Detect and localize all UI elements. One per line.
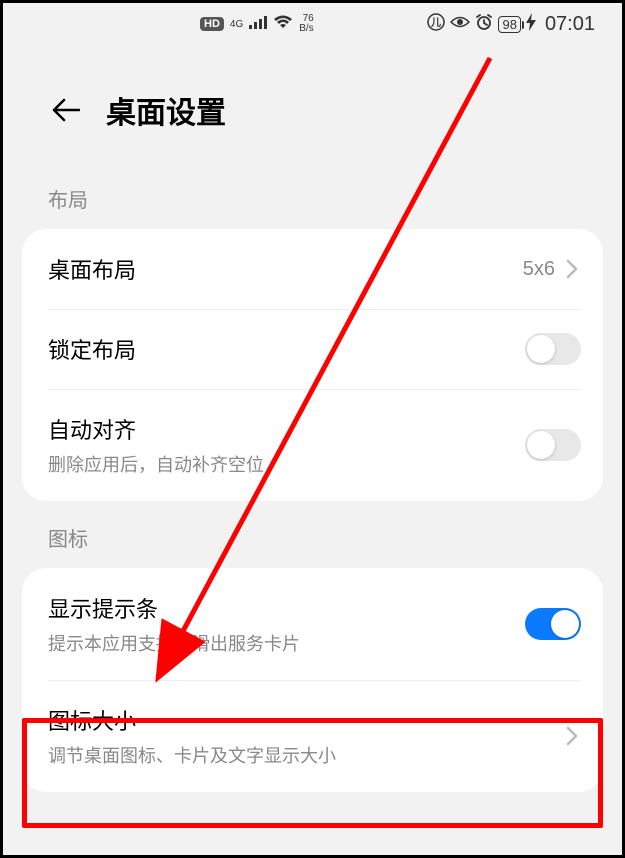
row-show-hint-bar[interactable]: 显示提示条 提示本应用支持上滑出服务卡片 [22,568,603,680]
hd-icon: HD [200,17,224,31]
back-button[interactable] [50,94,82,126]
page-title: 桌面设置 [106,88,226,132]
section-label-icons: 图标 [0,501,625,568]
section-label-layout: 布局 [0,162,625,229]
row-title: 显示提示条 [48,592,300,624]
toggle-auto-align[interactable] [525,429,581,461]
eye-icon [450,15,470,34]
row-subtitle: 删除应用后，自动补齐空位 [48,451,264,477]
chevron-right-icon [563,255,581,283]
row-subtitle: 调节桌面图标、卡片及文字显示大小 [48,742,336,768]
toggle-show-hint-bar[interactable] [525,608,581,640]
card-layout: 桌面布局 5x6 锁定布局 自动对齐 删除应用后，自动补齐空位 [22,229,603,501]
row-auto-align[interactable]: 自动对齐 删除应用后，自动补齐空位 [22,389,603,501]
alarm-icon [475,13,493,36]
row-lock-layout[interactable]: 锁定布局 [22,309,603,389]
wifi-icon [273,15,293,34]
chevron-right-icon [563,722,581,750]
row-value: 5x6 [523,258,555,281]
row-title: 桌面布局 [48,253,136,285]
row-title: 自动对齐 [48,413,264,445]
clock: 07:01 [545,13,595,36]
network-type: 4G [230,19,243,30]
row-icon-size[interactable]: 图标大小 调节桌面图标、卡片及文字显示大小 [22,680,603,792]
network-speed: 76 B/s [299,14,313,34]
row-subtitle: 提示本应用支持上滑出服务卡片 [48,630,300,656]
battery-icon: 98 [498,16,520,33]
status-right-group: 儿 98 07:01 [427,13,595,36]
header: 桌面设置 [0,48,625,162]
status-left-group: HD 4G 76 B/s [200,14,314,34]
row-title: 图标大小 [48,704,336,736]
charging-icon [526,13,536,36]
svg-text:儿: 儿 [430,17,441,29]
nfc-icon: 儿 [427,13,445,36]
status-bar: HD 4G 76 B/s 儿 98 07:01 [0,0,625,48]
signal-icon [249,15,267,34]
card-icons: 显示提示条 提示本应用支持上滑出服务卡片 图标大小 调节桌面图标、卡片及文字显示… [22,568,603,792]
row-title: 锁定布局 [48,333,136,365]
toggle-lock-layout[interactable] [525,333,581,365]
row-desktop-layout[interactable]: 桌面布局 5x6 [22,229,603,309]
